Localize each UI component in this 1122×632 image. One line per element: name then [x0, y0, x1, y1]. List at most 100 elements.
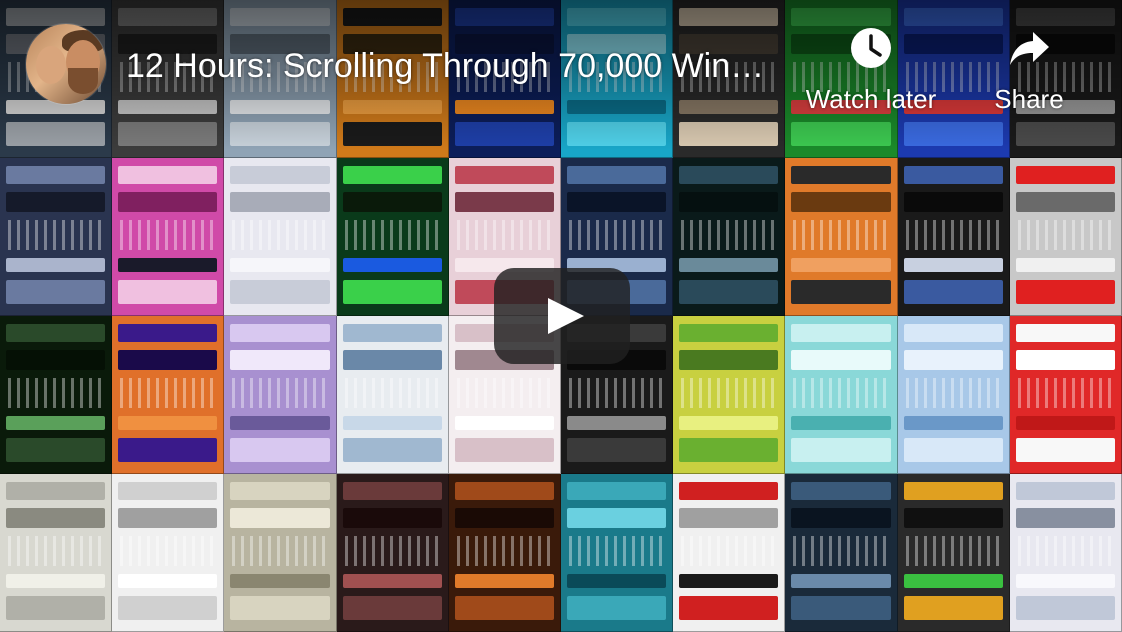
- skin-panel: [903, 350, 1003, 370]
- skin-panel: [566, 416, 667, 430]
- skin-equalizer: [681, 220, 777, 250]
- skin-panel: [230, 482, 330, 500]
- skin-panel: [342, 574, 442, 588]
- skin-panel: [566, 508, 667, 528]
- skin-thumbnail-tile: [897, 158, 1010, 316]
- avatar-face-left: [36, 46, 66, 84]
- skin-panel: [118, 192, 218, 212]
- skin-panel: [1015, 596, 1115, 620]
- skin-panel: [566, 596, 667, 620]
- skin-panel: [1015, 280, 1115, 304]
- channel-avatar[interactable]: [26, 24, 106, 104]
- skin-panel: [1015, 324, 1115, 342]
- skin-panel: [903, 438, 1003, 462]
- skin-thumbnail-tile: [0, 158, 113, 316]
- skin-panel: [791, 166, 891, 184]
- skin-equalizer: [905, 220, 1001, 250]
- skin-panel: [791, 574, 891, 588]
- skin-panel: [791, 324, 891, 342]
- skin-panel: [791, 258, 891, 272]
- watch-later-label: Watch later: [805, 84, 937, 114]
- skin-equalizer: [793, 220, 889, 250]
- watch-later-button[interactable]: Watch later: [796, 26, 946, 114]
- skin-equalizer: [793, 378, 889, 408]
- skin-panel: [1015, 574, 1115, 588]
- skin-panel: [1015, 482, 1115, 500]
- skin-panel: [454, 416, 554, 430]
- skin-thumbnail-tile: [0, 316, 113, 474]
- skin-panel: [342, 166, 442, 184]
- skin-equalizer: [120, 536, 216, 566]
- skin-panel: [679, 596, 779, 620]
- skin-panel: [230, 324, 330, 342]
- skin-equalizer: [344, 378, 440, 408]
- share-button[interactable]: Share: [954, 26, 1104, 114]
- skin-panel: [342, 416, 442, 430]
- skin-panel: [342, 350, 442, 370]
- skin-thumbnail-tile: [448, 474, 561, 632]
- skin-panel: [6, 258, 106, 272]
- skin-panel: [6, 508, 106, 528]
- skin-thumbnail-tile: [673, 474, 786, 632]
- skin-panel: [679, 192, 779, 212]
- clock-icon: [851, 28, 891, 68]
- skin-panel: [791, 508, 891, 528]
- skin-panel: [230, 416, 330, 430]
- skin-thumbnail-tile: [785, 474, 898, 632]
- skin-equalizer: [793, 536, 889, 566]
- skin-equalizer: [456, 378, 552, 408]
- skin-panel: [454, 438, 554, 462]
- skin-panel: [342, 324, 442, 342]
- skin-panel: [6, 192, 106, 212]
- skin-panel: [566, 192, 667, 212]
- skin-equalizer: [681, 378, 777, 408]
- skin-equalizer: [344, 536, 440, 566]
- skin-equalizer: [232, 378, 328, 408]
- skin-panel: [791, 350, 891, 370]
- share-arrow-icon: [1010, 32, 1049, 65]
- skin-thumbnail-tile: [224, 158, 337, 316]
- skin-panel: [342, 596, 442, 620]
- skin-equalizer: [568, 220, 665, 250]
- video-player[interactable]: 12 Hours: Scrolling Through 70,000 Winam…: [0, 0, 1122, 632]
- skin-equalizer: [905, 536, 1001, 566]
- skin-panel: [230, 280, 330, 304]
- skin-equalizer: [905, 378, 1001, 408]
- skin-equalizer: [1017, 536, 1113, 566]
- skin-panel: [679, 324, 779, 342]
- skin-panel: [679, 280, 779, 304]
- skin-thumbnail-tile: [0, 474, 113, 632]
- skin-panel: [118, 280, 218, 304]
- skin-panel: [118, 482, 218, 500]
- skin-panel: [903, 596, 1003, 620]
- skin-panel: [791, 438, 891, 462]
- skin-panel: [6, 482, 106, 500]
- skin-panel: [6, 324, 106, 342]
- skin-equalizer: [568, 536, 665, 566]
- skin-panel: [454, 166, 554, 184]
- skin-panel: [679, 508, 779, 528]
- skin-panel: [118, 166, 218, 184]
- skin-panel: [903, 258, 1003, 272]
- play-button[interactable]: [494, 268, 630, 364]
- skin-panel: [230, 258, 330, 272]
- skin-panel: [903, 166, 1003, 184]
- skin-panel: [230, 438, 330, 462]
- skin-panel: [342, 192, 442, 212]
- skin-equalizer: [8, 536, 104, 566]
- avatar-beard: [68, 68, 98, 94]
- play-icon: [548, 298, 584, 334]
- skin-panel: [230, 166, 330, 184]
- skin-equalizer: [120, 220, 216, 250]
- skin-panel: [566, 482, 667, 500]
- skin-panel: [118, 596, 218, 620]
- skin-panel: [1015, 508, 1115, 528]
- skin-panel: [903, 280, 1003, 304]
- skin-thumbnail-tile: [112, 158, 225, 316]
- skin-thumbnail-tile: [336, 158, 449, 316]
- skin-panel: [6, 438, 106, 462]
- skin-panel: [903, 324, 1003, 342]
- video-title[interactable]: 12 Hours: Scrolling Through 70,000 Winam…: [126, 44, 776, 88]
- skin-panel: [566, 166, 667, 184]
- skin-thumbnail-tile: [785, 158, 898, 316]
